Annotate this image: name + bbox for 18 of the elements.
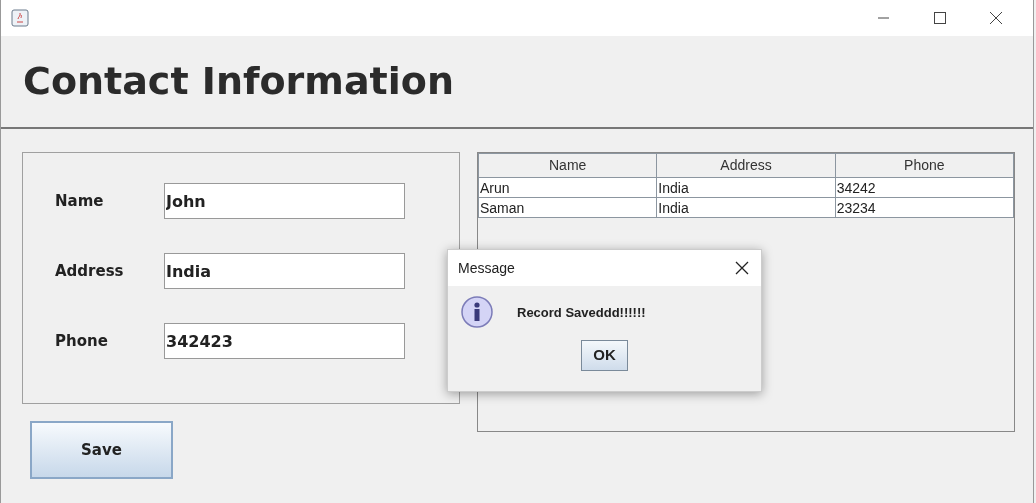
column-header[interactable]: Name: [478, 153, 657, 178]
column-header[interactable]: Phone: [835, 153, 1014, 178]
input-field[interactable]: 342423: [164, 323, 405, 359]
column-header[interactable]: Address: [656, 153, 836, 178]
save-button[interactable]: Save: [30, 421, 173, 479]
message-text: Record Saveddd!!!!!!: [517, 304, 646, 323]
close-icon[interactable]: [735, 261, 749, 275]
dialog-title: Message: [458, 258, 515, 278]
app-icon: [11, 9, 29, 27]
field-label: Name: [55, 190, 105, 212]
page-heading: Contact Information: [23, 58, 454, 105]
input-field[interactable]: India: [164, 253, 405, 289]
field-label: Phone: [55, 330, 109, 352]
field-label: Address: [55, 260, 125, 282]
table-cell: Arun: [478, 177, 657, 198]
ok-button[interactable]: OK: [581, 340, 628, 371]
info-icon: [461, 296, 495, 330]
table-cell: Saman: [478, 197, 657, 218]
